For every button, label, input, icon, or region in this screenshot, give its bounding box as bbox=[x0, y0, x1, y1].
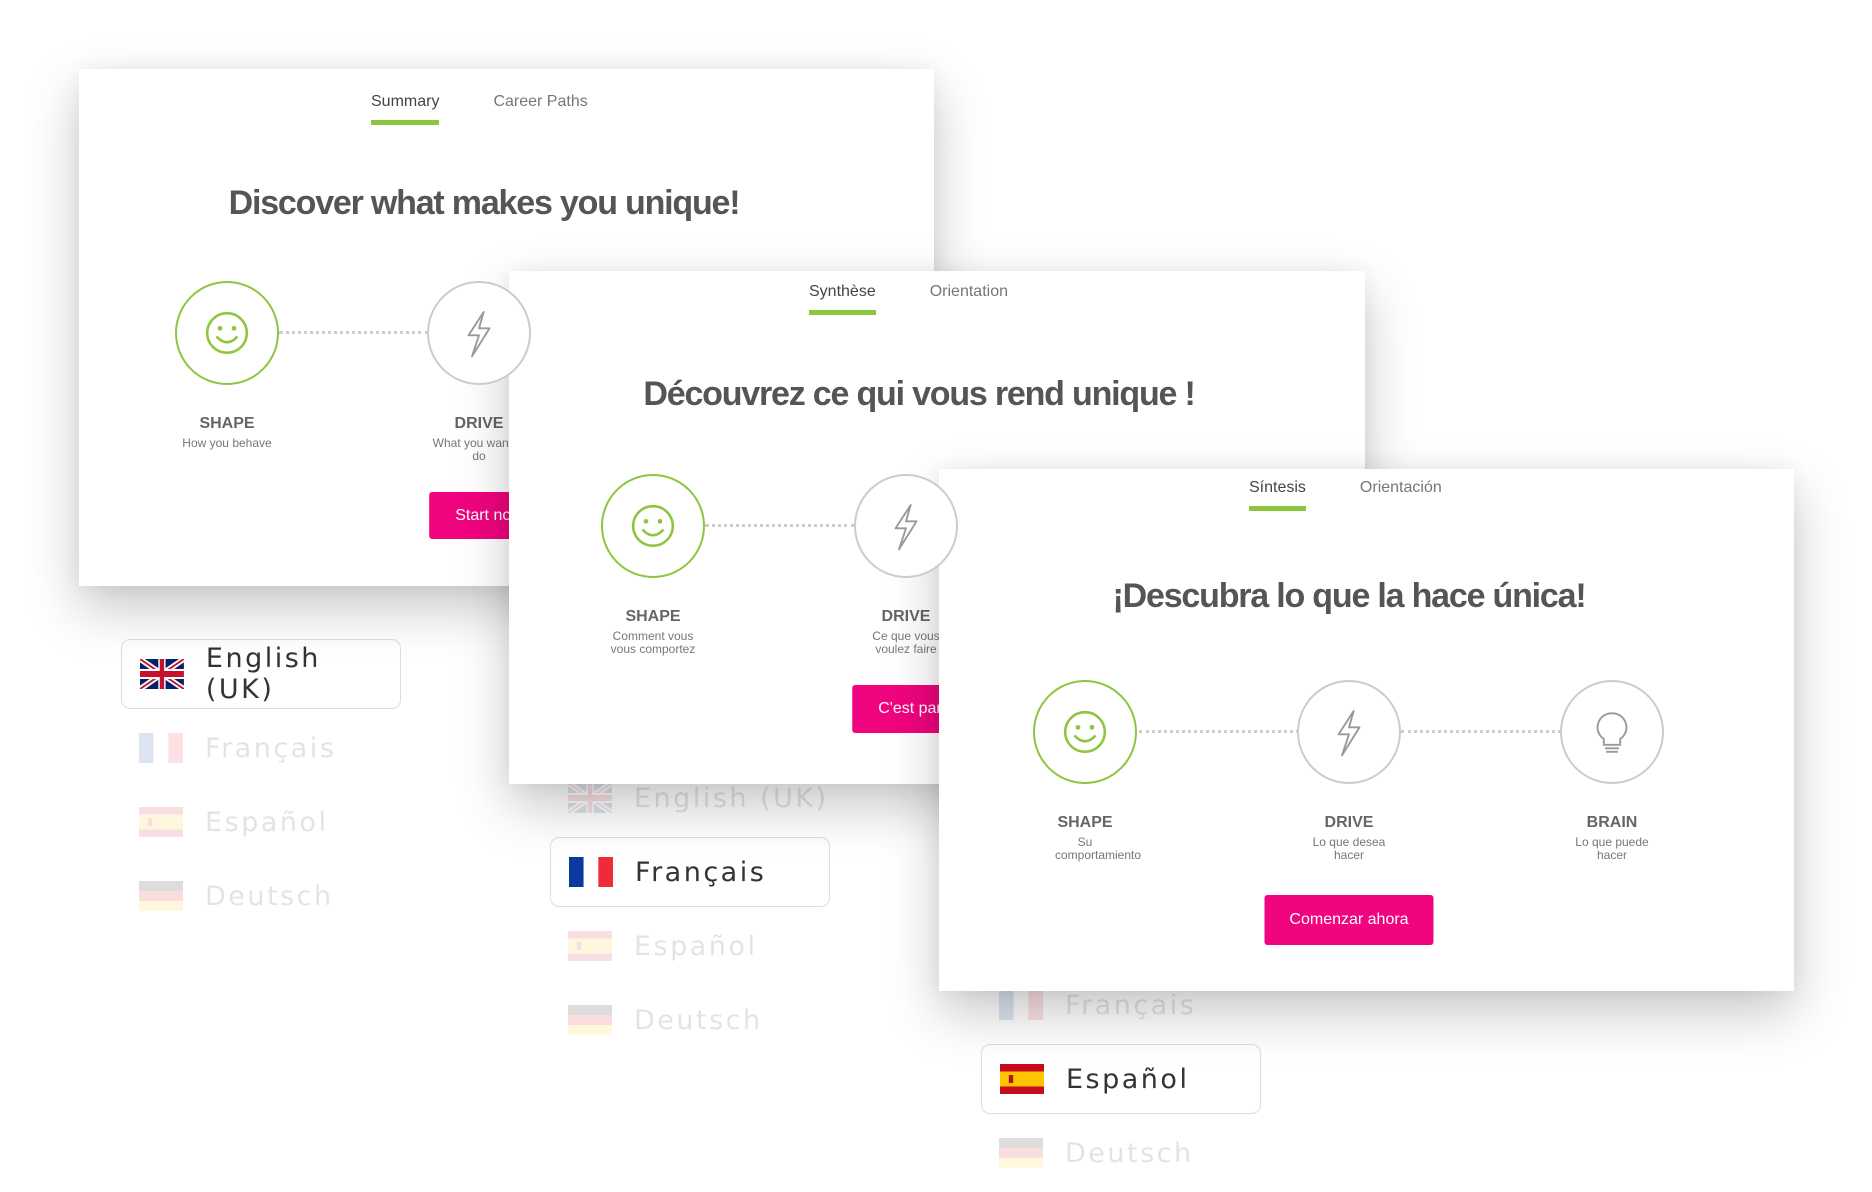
tab-synthese[interactable]: Synthèse bbox=[809, 283, 876, 315]
step-shape: SHAPE Su comportamiento bbox=[985, 680, 1185, 862]
germany-flag-icon bbox=[568, 1005, 612, 1035]
germany-flag-icon bbox=[139, 881, 183, 911]
language-list-1: English (UK) Français Español Deutsch bbox=[121, 639, 401, 935]
spain-flag-icon bbox=[139, 807, 183, 837]
tab-career-paths[interactable]: Career Paths bbox=[493, 93, 587, 125]
start-button[interactable]: Comenzar ahora bbox=[1264, 895, 1434, 945]
language-option-french[interactable]: Français bbox=[121, 713, 401, 783]
smiley-icon bbox=[1063, 710, 1107, 754]
page-title: Discover what makes you unique! bbox=[228, 184, 741, 222]
tab-bar: Síntesis Orientación bbox=[1249, 479, 1442, 511]
step-shape: SHAPE How you behave bbox=[127, 281, 327, 450]
smiley-icon bbox=[631, 504, 675, 548]
page-title: Découvrez ce qui vous rend unique ! bbox=[643, 375, 1195, 413]
lightning-bolt-icon bbox=[894, 504, 918, 551]
step-brain: BRAIN Lo que puede hacer bbox=[1512, 680, 1712, 862]
card-spanish: Síntesis Orientación ¡Descubra lo que la… bbox=[939, 469, 1794, 991]
tab-orientacion[interactable]: Orientación bbox=[1360, 479, 1442, 511]
language-list-3: Français Español Deutsch bbox=[981, 970, 1261, 1192]
tab-orientation[interactable]: Orientation bbox=[930, 283, 1008, 315]
smiley-icon bbox=[205, 311, 249, 355]
language-option-german[interactable]: Deutsch bbox=[121, 861, 401, 931]
language-option-spanish[interactable]: Español bbox=[550, 911, 830, 981]
language-option-spanish[interactable]: Español bbox=[981, 1044, 1261, 1114]
language-option-french[interactable]: Français bbox=[550, 837, 830, 907]
tab-summary[interactable]: Summary bbox=[371, 93, 440, 125]
spain-flag-icon bbox=[568, 931, 612, 961]
tab-bar: Summary Career Paths bbox=[371, 93, 588, 125]
tab-sintesis[interactable]: Síntesis bbox=[1249, 479, 1306, 511]
language-option-german[interactable]: Deutsch bbox=[981, 1118, 1261, 1188]
germany-flag-icon bbox=[999, 1138, 1043, 1168]
lightbulb-icon bbox=[1596, 712, 1628, 753]
language-option-spanish[interactable]: Español bbox=[121, 787, 401, 857]
page-title: ¡Descubra lo que la hace única! bbox=[1112, 577, 1587, 615]
france-flag-icon bbox=[139, 733, 183, 763]
spain-flag-icon bbox=[1000, 1064, 1044, 1094]
language-option-english[interactable]: English (UK) bbox=[121, 639, 401, 709]
step-drive: DRIVE Lo que desea hacer bbox=[1249, 680, 1449, 862]
uk-flag-icon bbox=[140, 659, 184, 689]
language-list-2: English (UK) Français Español Deutsch bbox=[550, 763, 830, 1059]
step-shape: SHAPE Comment vous vous comportez bbox=[553, 474, 753, 656]
lightning-bolt-icon bbox=[1337, 710, 1361, 757]
france-flag-icon bbox=[999, 990, 1043, 1020]
france-flag-icon bbox=[569, 857, 613, 887]
uk-flag-icon bbox=[568, 783, 612, 813]
language-option-german[interactable]: Deutsch bbox=[550, 985, 830, 1055]
tab-bar: Synthèse Orientation bbox=[809, 283, 1008, 315]
lightning-bolt-icon bbox=[467, 311, 491, 358]
